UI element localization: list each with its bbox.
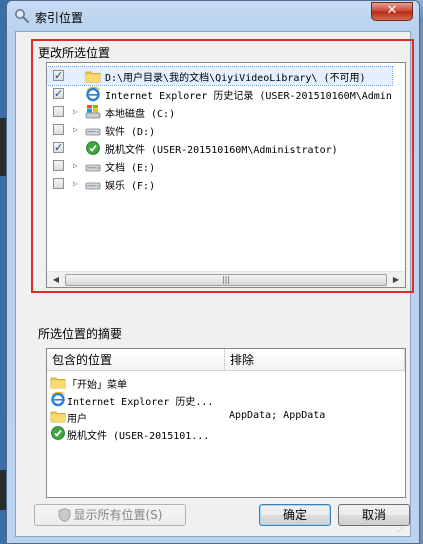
folder-icon (50, 374, 66, 390)
title-bar[interactable]: 索引位置 ✕ (7, 1, 419, 31)
horizontal-scrollbar[interactable]: ◀ ||| ▶ (47, 271, 405, 287)
search-index-icon (15, 9, 30, 24)
ok-button[interactable]: 确定 (259, 504, 331, 526)
tree-item[interactable]: ✓ 脱机文件 (USER-201510160M\Administrator) (47, 139, 392, 157)
index-locations-dialog: 索引位置 ✕ 更改所选位置 ✓ D:\用户目录\我的文档\QiyiVideoLib… (6, 0, 420, 544)
summary-list[interactable]: 包含的位置 排除 「开始」菜单 Internet Explorer 历史... 用户… (46, 348, 406, 498)
location-checkbox[interactable]: ✓ (53, 70, 64, 81)
expand-arrow-icon[interactable]: ▷ (73, 125, 81, 135)
show-all-locations-button[interactable]: 显示所有位置(S) (34, 504, 186, 526)
dialog-client-area: 更改所选位置 ✓ D:\用户目录\我的文档\QiyiVideoLibrary\ (… (15, 31, 414, 537)
uac-shield-icon (58, 508, 70, 522)
tree-item[interactable]: ▷ 软件 (D:) (47, 121, 392, 139)
column-header-included[interactable]: 包含的位置 (47, 349, 225, 371)
tree-item[interactable]: ✓ D:\用户目录\我的文档\QiyiVideoLibrary\ (不可用) (47, 66, 393, 86)
tree-item-label: Internet Explorer 历史记录 (USER-201510160M\… (105, 91, 392, 102)
tree-item-label: 脱机文件 (USER-201510160M\Administrator) (105, 145, 338, 156)
tree-item-label: 娱乐 (F:) (105, 181, 156, 192)
tree-item-label: 文档 (E:) (105, 163, 156, 174)
location-checkbox[interactable] (53, 124, 64, 135)
folder-icon (85, 68, 101, 84)
expand-arrow-icon[interactable]: ▷ (73, 107, 81, 117)
tree-item-label: 软件 (D:) (105, 127, 156, 138)
location-checkbox[interactable]: ✓ (53, 142, 64, 153)
location-checkbox[interactable] (53, 178, 64, 189)
tree-item[interactable]: ✓ Internet Explorer 历史记录 (USER-201510160M… (47, 85, 392, 103)
summary-row[interactable]: Internet Explorer 历史... (47, 391, 405, 408)
summary-row[interactable]: 用户 AppData; AppData (47, 408, 405, 425)
folder-icon (50, 408, 66, 424)
ie-icon (85, 86, 101, 102)
summary-row[interactable]: 脱机文件 (USER-2015101... (47, 425, 405, 442)
tree-item[interactable]: ▷ 娱乐 (F:) (47, 175, 392, 193)
location-checkbox[interactable]: ✓ (53, 88, 64, 99)
summary-location: Internet Explorer 历史... (67, 397, 214, 408)
column-header-exclude[interactable]: 排除 (225, 349, 405, 371)
summary-location: 用户 (67, 414, 87, 425)
scrollbar-thumb[interactable]: ||| (65, 274, 387, 286)
resize-grip[interactable]: ⋰ (397, 523, 409, 535)
drive-icon (85, 158, 101, 174)
window-title: 索引位置 (35, 11, 84, 25)
expand-arrow-icon[interactable]: ▷ (73, 161, 81, 171)
summary-location: 「开始」菜单 (67, 380, 127, 391)
location-checkbox[interactable] (53, 160, 64, 171)
tree-item-label: 本地磁盘 (C:) (105, 109, 176, 120)
summary-label: 所选位置的摘要 (38, 327, 123, 341)
scroll-left-arrow-icon[interactable]: ◀ (48, 273, 64, 287)
show-all-locations-label: 显示所有位置(S) (73, 508, 163, 522)
tree-item[interactable]: ▷ 本地磁盘 (C:) (47, 103, 392, 121)
locations-tree[interactable]: ✓ D:\用户目录\我的文档\QiyiVideoLibrary\ (不可用) ✓ In… (46, 62, 406, 288)
summary-location: 脱机文件 (USER-2015101... (67, 431, 210, 442)
summary-row[interactable]: 「开始」菜单 (47, 374, 405, 391)
offline-files-icon (85, 140, 101, 156)
ie-icon (50, 391, 66, 407)
change-locations-label: 更改所选位置 (38, 46, 111, 60)
tree-item-label: D:\用户目录\我的文档\QiyiVideoLibrary\ (不可用) (105, 73, 366, 84)
drive-icon (85, 176, 101, 192)
close-button[interactable]: ✕ (371, 2, 413, 21)
scroll-right-arrow-icon[interactable]: ▶ (388, 273, 404, 287)
drive-icon (85, 122, 101, 138)
expand-arrow-icon[interactable]: ▷ (73, 179, 81, 189)
system-drive-icon (85, 104, 101, 120)
location-checkbox[interactable] (53, 106, 64, 117)
summary-exclusions: AppData; AppData (229, 410, 326, 421)
tree-item[interactable]: ▷ 文档 (E:) (47, 157, 392, 175)
offline-files-icon (50, 425, 66, 441)
